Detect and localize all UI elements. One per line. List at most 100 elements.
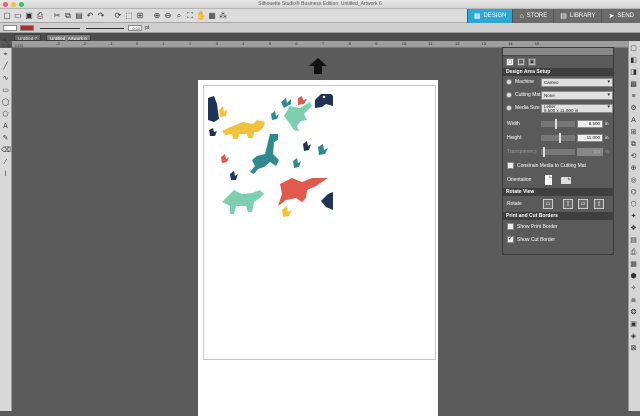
ruler-tick: 0 [135, 41, 139, 46]
cutting-mat-radio[interactable] [506, 92, 512, 98]
flexi-icon[interactable]: ◈ [629, 332, 638, 341]
fill-color-swatch[interactable] [3, 25, 17, 31]
tab-send[interactable]: ➤ SEND [601, 9, 640, 23]
constrain-media-checkbox[interactable] [507, 162, 514, 169]
doc-tab-untitled-7[interactable]: Untitled-7 [14, 34, 42, 41]
line-width-input[interactable]: 0.00 [128, 25, 142, 31]
weld-icon[interactable]: ⬡ [629, 200, 638, 209]
eraser-tool-icon[interactable]: ⌫ [1, 146, 11, 155]
curve-tool-icon[interactable]: ∿ [1, 74, 10, 83]
rhinestone-icon[interactable]: ❂ [629, 308, 638, 317]
doc-tab-untitled-artwork-6[interactable]: Untitled_Artwork 6 [46, 34, 91, 41]
copy-icon[interactable]: ⧉ [63, 11, 73, 21]
cutting-mat-select[interactable]: None [541, 91, 613, 100]
height-slider[interactable] [541, 135, 575, 141]
trace-icon[interactable]: ⌬ [629, 188, 638, 197]
print-icon[interactable]: ⎙ [35, 11, 45, 21]
line-color-swatch[interactable] [20, 25, 34, 31]
shapes-icon[interactable]: ⬢ [629, 272, 638, 281]
line-style-selector[interactable] [40, 28, 80, 29]
height-input[interactable]: 11.000 [577, 134, 603, 142]
width-slider-thumb[interactable] [555, 119, 557, 129]
text-tool-icon[interactable]: A [1, 122, 10, 131]
redo-icon[interactable]: ↷ [96, 11, 106, 21]
line-style-icon[interactable]: ≡ [629, 92, 638, 101]
replicate-panel-icon[interactable]: ⧉ [629, 140, 638, 149]
new-document-icon[interactable]: ▢ [2, 11, 12, 21]
transform-icon[interactable]: ⟲ [629, 152, 638, 161]
pan-icon[interactable]: ✋ [196, 11, 206, 21]
show-print-border-checkbox[interactable] [507, 223, 514, 230]
width-input[interactable]: 8.500 [577, 120, 603, 128]
save-icon[interactable]: ▣ [24, 11, 34, 21]
tab-library[interactable]: ▤ LIBRARY [553, 9, 602, 23]
nest-icon[interactable]: ❖ [629, 224, 638, 233]
media-size-select[interactable]: Letter 8.500 x 11.000 in [541, 104, 613, 113]
knife-tool-icon[interactable]: ⁄ [1, 158, 10, 167]
modify-icon[interactable]: ⊕ [629, 164, 638, 173]
rotate-icon[interactable]: ⟳ [113, 11, 123, 21]
group-icon[interactable]: ⊞ [135, 11, 145, 21]
zoom-in-icon[interactable]: ⊕ [152, 11, 162, 21]
replicate-icon[interactable]: ⁂ [218, 11, 228, 21]
align-icon[interactable]: ⊞ [629, 128, 638, 137]
rotate-90-icon[interactable]: ▯ [563, 199, 573, 209]
ellipse-tool-icon[interactable]: ◯ [1, 98, 10, 107]
media-size-radio[interactable] [506, 105, 512, 111]
fill-panel-icon[interactable]: ◧ [629, 56, 638, 65]
background-tab-icon[interactable]: ▣ [528, 58, 536, 66]
page-tab-icon[interactable]: ▢ [506, 58, 514, 66]
sketch-icon[interactable]: ⚙ [629, 104, 638, 113]
puzzle-icon[interactable]: ⊠ [629, 344, 638, 353]
select-all-icon[interactable]: ⬚ [124, 11, 134, 21]
transparency-slider-thumb[interactable] [543, 147, 545, 157]
portrait-orientation-icon[interactable] [543, 175, 553, 186]
select-tool-icon[interactable]: ↖ [1, 37, 10, 46]
rotate-180-icon[interactable]: ▭ [578, 199, 588, 209]
rectangle-tool-icon[interactable]: ▭ [1, 86, 10, 95]
open-icon[interactable]: ▭ [13, 11, 23, 21]
show-cut-border-row: ✓ Show Cut Border [503, 233, 613, 246]
zoom-out-icon[interactable]: ⊖ [163, 11, 173, 21]
gradient-panel-icon[interactable]: ◨ [629, 68, 638, 77]
line-width-slider[interactable] [86, 28, 124, 29]
paste-icon[interactable]: ▤ [74, 11, 84, 21]
dino-navy-footprint-right [303, 141, 311, 151]
tab-design[interactable]: ▦ DESIGN [466, 9, 513, 23]
show-cut-border-checkbox[interactable]: ✓ [507, 236, 514, 243]
point-edit-tool-icon[interactable]: ⌖ [1, 50, 10, 59]
grid-tab-icon[interactable]: ▦ [517, 58, 525, 66]
eyedropper-tool-icon[interactable]: ⌇ [1, 170, 10, 179]
rotate-270-icon[interactable]: ▯ [594, 199, 604, 209]
tab-store[interactable]: ⌂ STORE [512, 9, 554, 23]
fit-page-icon[interactable]: ⛶ [185, 11, 195, 21]
width-slider[interactable] [541, 121, 575, 127]
library-panel-icon[interactable]: ▦ [629, 260, 638, 269]
page-setup-icon[interactable]: ▢ [629, 44, 638, 53]
cut-icon[interactable]: ✂ [52, 11, 62, 21]
rotate-0-icon[interactable]: ▭ [543, 199, 553, 209]
print-cut-icon[interactable]: ⎙ [629, 248, 638, 257]
text-style-icon[interactable]: A [629, 116, 638, 125]
dinosaur-pattern-image[interactable] [208, 94, 333, 229]
line-tool-icon[interactable]: ╱ [1, 62, 10, 71]
zoom-drag-icon[interactable]: ⌕ [174, 11, 184, 21]
draw-tool-icon[interactable]: ✎ [1, 134, 10, 143]
machine-select[interactable]: Cameo [541, 78, 613, 87]
emboss-icon[interactable]: ▣ [629, 320, 638, 329]
transparency-input[interactable]: 0.0 [577, 148, 603, 156]
height-slider-thumb[interactable] [559, 133, 561, 143]
warp-icon[interactable]: ⧈ [629, 296, 638, 305]
transparency-slider[interactable] [541, 149, 575, 155]
knife-panel-icon[interactable]: ✦ [629, 212, 638, 221]
machine-radio[interactable] [506, 79, 512, 85]
landscape-orientation-icon[interactable] [561, 175, 571, 186]
polygon-tool-icon[interactable]: ⬠ [1, 110, 10, 119]
offset-icon[interactable]: ◎ [629, 176, 638, 185]
layers-icon[interactable]: ▤ [629, 236, 638, 245]
image-effects-icon[interactable]: ✧ [629, 284, 638, 293]
undo-icon[interactable]: ↶ [85, 11, 95, 21]
grid-icon[interactable]: ▦ [207, 11, 217, 21]
ruler-tick: 13 [481, 41, 487, 46]
pattern-panel-icon[interactable]: ▩ [629, 80, 638, 89]
